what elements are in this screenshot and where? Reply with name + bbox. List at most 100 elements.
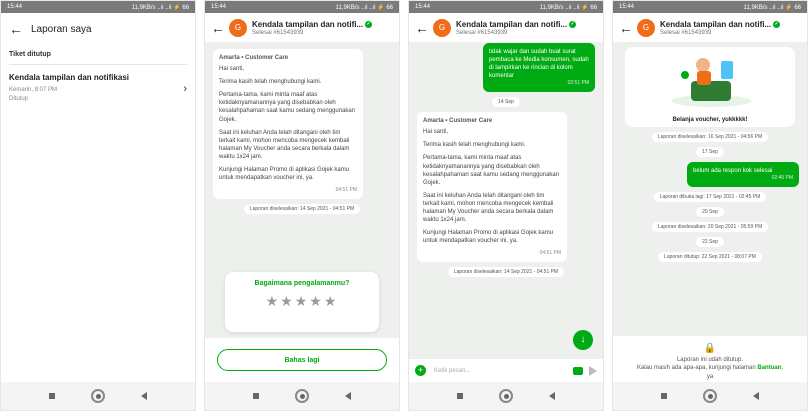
- scroll-down-icon[interactable]: ↓: [573, 330, 593, 350]
- bottom-actions: Bahas lagi: [205, 338, 399, 382]
- lock-icon: 🔒: [703, 343, 717, 354]
- status-pill: Laporan diselesaikan: 20 Sep 2021 - 05:5…: [651, 221, 769, 232]
- message-time: 02:45 PM: [771, 175, 793, 182]
- date-pill: 14 Sep: [492, 97, 520, 108]
- recents-icon[interactable]: [661, 393, 667, 399]
- system-nav-bar: [409, 382, 603, 410]
- closed-notice: 🔒 Laporan ini udah ditutup. Kalau masih …: [613, 336, 807, 382]
- status-bar: 15:44 11,9KB/s ..ıl ..ıl ⚡ 66: [205, 1, 399, 13]
- message-text: belum ada respon kok selesai: [693, 168, 773, 174]
- message-time: 04:51 PM: [335, 187, 357, 194]
- message-line: Pertama-tama, kami minta maaf atas ketid…: [219, 92, 356, 123]
- help-link[interactable]: Bantuan: [757, 365, 781, 371]
- status-signal: 11,9KB/s ..ıl ..ıl ⚡ 66: [539, 4, 597, 11]
- discuss-again-button[interactable]: Bahas lagi: [217, 349, 387, 371]
- status-time: 15:44: [211, 4, 227, 10]
- date-pill: 20 Sep: [696, 206, 724, 217]
- chat-header: ← G Kendala tampilan dan notifi... ✓ Sele…: [613, 13, 807, 43]
- verified-icon: ✓: [365, 20, 373, 28]
- ticket-title: Kendala tampilan dan notifikasi: [9, 73, 130, 82]
- ticket-date: Kemarin, 8:07 PM: [9, 87, 58, 93]
- home-icon[interactable]: [91, 389, 105, 403]
- header: ← Laporan saya: [1, 13, 195, 45]
- date-pill: 22 Sep: [696, 236, 724, 247]
- back-arrow-icon[interactable]: ←: [619, 20, 635, 36]
- status-bar: 15:44 11,9KB/s ..ıl ..ıl ⚡ 66: [409, 1, 603, 13]
- chat-header: ← G Kendala tampilan dan notifi... ✓ Sele…: [205, 13, 399, 43]
- system-nav-bar: [613, 382, 807, 410]
- ticket-id: Selesai #61543939: [252, 29, 304, 36]
- nav-back-icon[interactable]: [549, 392, 555, 400]
- rating-question: Bagaimana pengalamanmu?: [254, 280, 350, 287]
- camera-icon[interactable]: [573, 366, 583, 375]
- home-icon[interactable]: [499, 389, 513, 403]
- rating-card: Bagaimana pengalamanmu? ★★★★★: [225, 272, 379, 332]
- panel-chat-composer: 15:44 11,9KB/s ..ıl ..ıl ⚡ 66 ← G Kendal…: [408, 0, 604, 411]
- message-line: Pertama-tama, kami minta maaf atas ketid…: [423, 155, 560, 186]
- outgoing-message: tidak wajar dan sudah buat surat pembaca…: [483, 43, 595, 93]
- status-bar: 15:44 11,9KB/s ..ıl ..ıl ⚡ 66: [613, 1, 807, 13]
- home-icon[interactable]: [295, 389, 309, 403]
- status-time: 15:44: [7, 4, 23, 10]
- nav-back-icon[interactable]: [753, 392, 759, 400]
- closed-text: Kalau masih ada apa-apa, kunjungi halama…: [636, 365, 756, 372]
- ticket-id: Selesai #61543939: [660, 29, 712, 36]
- back-arrow-icon[interactable]: ←: [415, 20, 431, 36]
- message-line: Kunjungi Halaman Promo di aplikasi Gojek…: [219, 167, 350, 182]
- closed-text: Laporan ini udah ditutup.: [676, 357, 744, 363]
- resolved-pill: Laporan diselesaikan: 14 Sep 2021 - 04:5…: [243, 203, 361, 214]
- recents-icon[interactable]: [457, 393, 463, 399]
- ticket-status: Ditutup: [9, 96, 29, 102]
- back-arrow-icon[interactable]: ←: [211, 20, 227, 36]
- message-line: Terima kasih telah menghubungi kami.: [423, 142, 526, 149]
- recents-icon[interactable]: [49, 393, 55, 399]
- incoming-message: Amarta • Customer Care Hai santi, Terima…: [417, 112, 567, 263]
- home-icon[interactable]: [703, 389, 717, 403]
- ticket-id: Selesai #61543939: [456, 29, 508, 36]
- message-composer: + Ketik pesan...: [409, 358, 603, 382]
- panel-chat-rating: 15:44 11,9KB/s ..ıl ..ıl ⚡ 66 ← G Kendal…: [204, 0, 400, 411]
- message-line: Kunjungi Halaman Promo di aplikasi Gojek…: [423, 230, 554, 245]
- system-nav-bar: [1, 382, 195, 410]
- star-rating[interactable]: ★★★★★: [225, 293, 379, 310]
- sender-name: Amarta • Customer Care: [219, 55, 289, 61]
- voucher-illustration: Belanja voucher, yukkkkk!: [625, 47, 795, 127]
- message-line: Hai santi,: [219, 66, 245, 73]
- message-input[interactable]: Ketik pesan...: [426, 368, 573, 374]
- chat-title: Kendala tampilan dan notifi...: [660, 19, 772, 29]
- message-line: Saat ini keluhan Anda telah ditangani ol…: [423, 192, 554, 224]
- chevron-right-icon[interactable]: ›: [183, 83, 187, 95]
- status-pill: Laporan diselesaikan: 16 Sep 2021 - 04:5…: [651, 132, 769, 142]
- chat-area[interactable]: tidak wajar dan sudah buat surat pembaca…: [409, 43, 603, 358]
- chat-area[interactable]: Belanja voucher, yukkkkk! Laporan disele…: [613, 43, 807, 336]
- status-pill: Laporan dibuka lagi: 17 Sep 2021 - 02:45…: [653, 191, 767, 202]
- back-arrow-icon[interactable]: ←: [9, 21, 25, 37]
- status-bar: 15:44 11,9KB/s ..ıl ..ıl ⚡ 66: [1, 1, 195, 13]
- closed-text: ya: [706, 373, 714, 380]
- ticket-item[interactable]: Kendala tampilan dan notifikasi Kemarin,…: [1, 65, 195, 112]
- message-time: 04:51 PM: [539, 250, 561, 257]
- add-icon[interactable]: +: [415, 365, 426, 376]
- sender-name: Amarta • Customer Care: [423, 118, 493, 125]
- voucher-illustration-icon: [671, 58, 751, 107]
- section-title: Tiket ditutup: [9, 51, 51, 58]
- nav-back-icon[interactable]: [141, 392, 147, 400]
- send-icon[interactable]: [589, 365, 597, 376]
- message-line: Saat ini keluhan Anda telah ditangani ol…: [219, 129, 350, 160]
- system-nav-bar: [205, 382, 399, 410]
- message-text: tidak wajar dan sudah buat surat pembaca…: [489, 49, 589, 80]
- voucher-caption: Belanja voucher, yukkkkk!: [672, 117, 748, 123]
- status-pill: Laporan ditutup: 22 Sep 2021 - 08:07 PM: [658, 251, 762, 262]
- message-line: Terima kasih telah menghubungi kami.: [219, 79, 322, 86]
- status-time: 15:44: [619, 4, 635, 10]
- page-title: Laporan saya: [31, 23, 92, 35]
- chat-title: Kendala tampilan dan notifi...: [252, 19, 364, 29]
- nav-back-icon[interactable]: [345, 392, 351, 400]
- status-time: 15:44: [415, 4, 431, 10]
- status-signal: 11,9KB/s ..ıl ..ıl ⚡ 66: [743, 4, 801, 11]
- status-signal: 11,9KB/s ..ıl ..ıl ⚡ 66: [335, 4, 393, 11]
- recents-icon[interactable]: [253, 393, 259, 399]
- chat-header: ← G Kendala tampilan dan notifi... ✓ Sele…: [409, 13, 603, 43]
- verified-icon: ✓: [773, 20, 781, 28]
- resolved-pill: Laporan diselesaikan: 14 Sep 2021 - 04:5…: [447, 267, 565, 278]
